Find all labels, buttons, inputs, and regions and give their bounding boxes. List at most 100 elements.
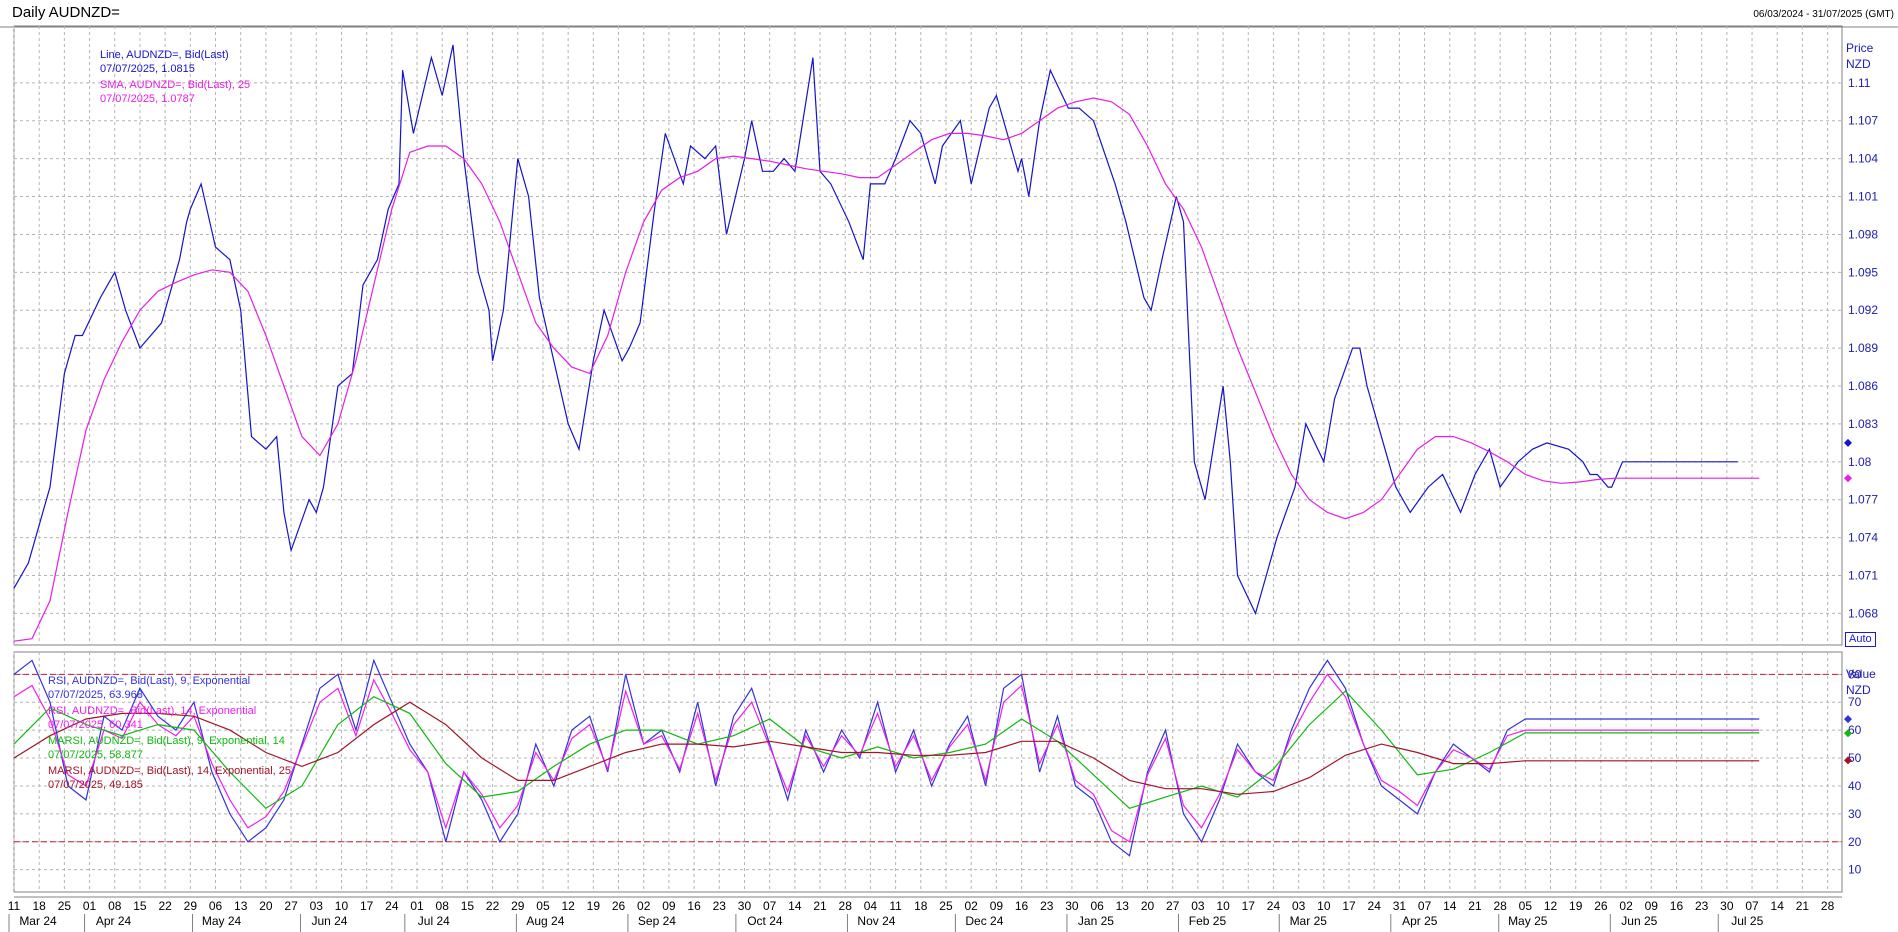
indicator-legend-value: 07/07/2025, 49.185 [48, 779, 143, 791]
x-tick-label: 17 [360, 899, 374, 913]
x-month-label: May 24 [202, 914, 242, 928]
x-month-label: Oct 24 [747, 914, 783, 928]
indicator-legend-name: RSI, AUDNZD=, Bid(Last), 14, Exponential [48, 705, 256, 717]
x-tick-label: 05 [536, 899, 550, 913]
x-tick-label: 01 [83, 899, 97, 913]
x-tick-label: 03 [310, 899, 324, 913]
x-tick-label: 10 [335, 899, 349, 913]
x-tick-label: 24 [385, 899, 399, 913]
x-tick-label: 15 [461, 899, 475, 913]
x-tick-label: 14 [1771, 899, 1785, 913]
x-tick-label: 26 [1594, 899, 1608, 913]
x-month-label: Aug 24 [526, 914, 564, 928]
x-tick-label: 10 [1216, 899, 1230, 913]
indicator-legend-name: MARSI, AUDNZD=, Bid(Last), 14, Exponenti… [48, 765, 291, 777]
x-tick-label: 11 [8, 899, 21, 913]
price-y-tick-label: 1.098 [1848, 227, 1878, 241]
indicator-legend-value: 07/07/2025, 58.877 [48, 749, 143, 761]
x-tick-label: 27 [1166, 899, 1180, 913]
x-tick-label: 16 [687, 899, 701, 913]
indicator-legend-name: MARSI, AUDNZD=, Bid(Last), 9, Exponentia… [48, 735, 285, 747]
x-tick-label: 06 [209, 899, 223, 913]
price-y-tick-label: 1.071 [1848, 569, 1878, 583]
x-tick-label: 20 [1141, 899, 1155, 913]
x-tick-label: 23 [1040, 899, 1054, 913]
price-y-tick-label: 1.083 [1848, 417, 1878, 431]
x-month-label: Feb 25 [1189, 914, 1227, 928]
x-tick-label: 23 [713, 899, 727, 913]
price-y-tick-label: 1.095 [1848, 265, 1878, 279]
x-tick-label: 22 [158, 899, 172, 913]
indicator-legend-name: RSI, AUDNZD=, Bid(Last), 9, Exponential [48, 675, 250, 687]
x-tick-label: 01 [410, 899, 424, 913]
x-tick-label: 19 [587, 899, 601, 913]
x-tick-label: 09 [662, 899, 676, 913]
price-y-tick-label: 1.068 [1848, 606, 1878, 620]
indicator-y-tick-label: 10 [1848, 863, 1862, 877]
x-tick-label: 18 [33, 899, 47, 913]
x-tick-label: 16 [1015, 899, 1029, 913]
price-legend-value: 07/07/2025, 1.0787 [100, 93, 195, 105]
x-tick-label: 13 [1116, 899, 1130, 913]
x-tick-label: 17 [1342, 899, 1356, 913]
x-tick-label: 23 [1695, 899, 1709, 913]
x-tick-label: 15 [133, 899, 147, 913]
indicator-last-value-marker [1844, 715, 1852, 724]
x-tick-label: 27 [284, 899, 298, 913]
x-tick-label: 29 [511, 899, 525, 913]
price-y-tick-label: 1.092 [1848, 303, 1878, 317]
x-tick-label: 08 [108, 899, 122, 913]
x-tick-label: 02 [637, 899, 651, 913]
price-series-line [13, 44, 1738, 616]
x-tick-label: 24 [1267, 899, 1281, 913]
price-y-tick-label: 1.104 [1848, 152, 1878, 166]
x-tick-label: 25 [58, 899, 72, 913]
indicator-legend-value: 07/07/2025, 63.968 [48, 689, 143, 701]
indicator-y-tick-label: 70 [1848, 695, 1862, 709]
x-tick-label: 30 [1065, 899, 1079, 913]
price-legend-name: Line, AUDNZD=, Bid(Last) [100, 49, 229, 61]
price-y-tick-label: 1.08 [1848, 455, 1872, 469]
x-month-label: Sep 24 [638, 914, 676, 928]
x-tick-label: 14 [1443, 899, 1457, 913]
chart-window: Daily AUDNZD= 06/03/2024 - 31/07/2025 (G… [0, 0, 1898, 932]
x-tick-label: 26 [612, 899, 626, 913]
price-last-value-marker [1844, 474, 1852, 483]
x-tick-label: 20 [259, 899, 273, 913]
price-axis-title: Price [1846, 41, 1874, 55]
chart-canvas[interactable]: 11 18 25 01 08 15 22 29 06 13 20 27 03 10 17 24 01 08 15 22… [0, 0, 1898, 932]
x-tick-label: 25 [939, 899, 953, 913]
price-last-value-marker [1844, 438, 1852, 447]
x-tick-label: 19 [1569, 899, 1583, 913]
price-auto-button[interactable]: Auto [1845, 632, 1876, 647]
indicator-series-line [13, 690, 1760, 810]
x-tick-label: 21 [813, 899, 827, 913]
x-tick-label: 07 [763, 899, 777, 913]
price-y-tick-label: 1.077 [1848, 493, 1878, 507]
x-tick-label: 31 [1393, 899, 1407, 913]
x-month-label: Nov 24 [857, 914, 895, 928]
x-tick-label: 05 [1519, 899, 1533, 913]
indicator-axis-title: Value [1846, 667, 1876, 681]
x-tick-label: 03 [1191, 899, 1205, 913]
price-axis-unit: NZD [1846, 57, 1871, 71]
x-tick-label: 28 [1821, 899, 1835, 913]
indicator-legend-value: 07/07/2025, 60.341 [48, 719, 143, 731]
x-tick-label: 22 [486, 899, 500, 913]
x-tick-label: 04 [864, 899, 878, 913]
x-tick-label: 09 [990, 899, 1004, 913]
x-tick-label: 30 [1720, 899, 1734, 913]
x-month-label: Mar 24 [19, 914, 57, 928]
x-month-label: Jun 24 [311, 914, 347, 928]
x-month-label: Jul 25 [1731, 914, 1763, 928]
x-tick-label: 10 [1317, 899, 1331, 913]
x-tick-label: 09 [1645, 899, 1659, 913]
price-pane-frame [13, 25, 1843, 646]
x-tick-label: 13 [234, 899, 248, 913]
x-month-label: Dec 24 [965, 914, 1003, 928]
x-tick-label: 16 [1670, 899, 1684, 913]
x-tick-label: 02 [965, 899, 979, 913]
price-y-tick-label: 1.101 [1848, 190, 1878, 204]
x-tick-label: 12 [1544, 899, 1558, 913]
x-tick-label: 07 [1745, 899, 1759, 913]
